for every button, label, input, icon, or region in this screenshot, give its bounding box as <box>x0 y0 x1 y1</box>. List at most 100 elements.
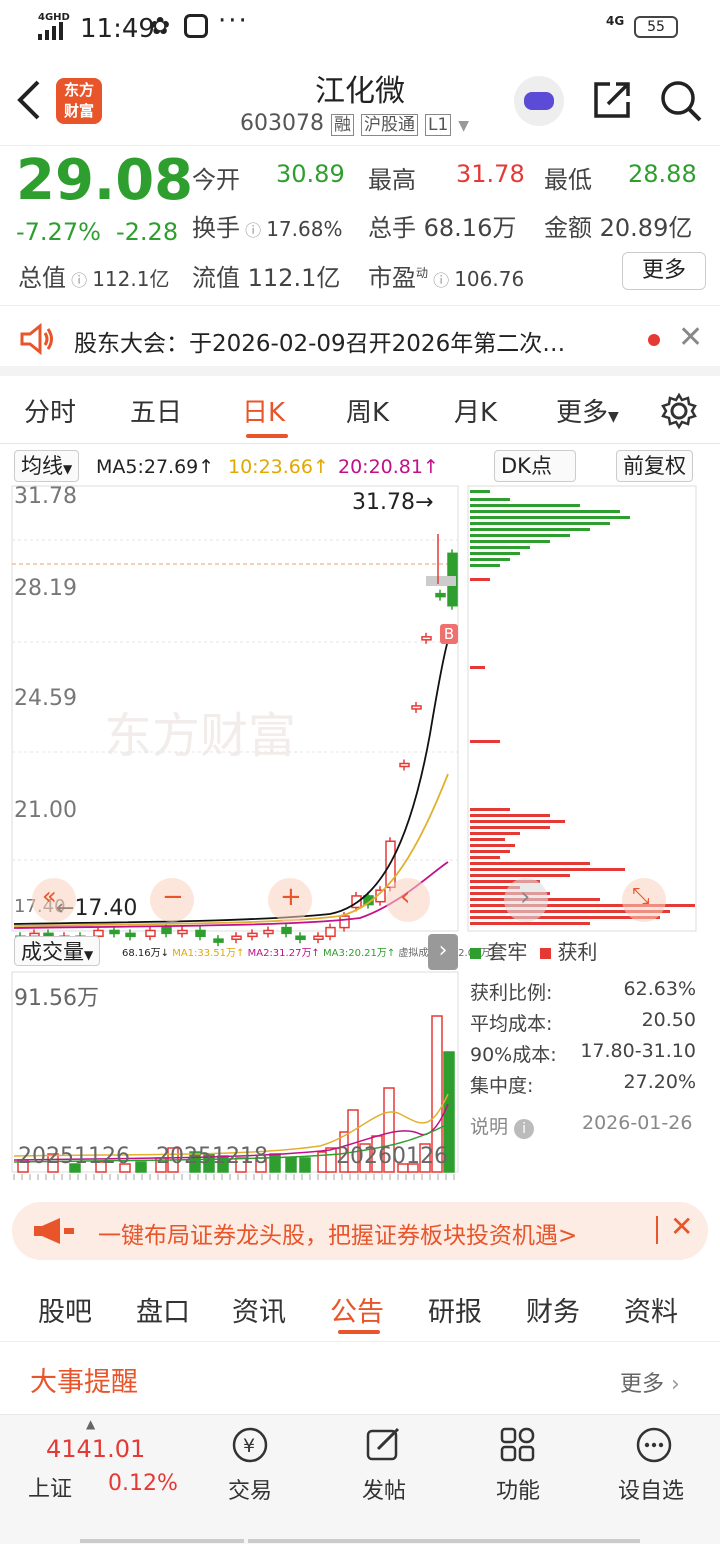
candle <box>313 935 324 940</box>
wechat-icon: ✿ <box>150 12 171 40</box>
info-icon[interactable]: ⓘ <box>428 271 454 290</box>
trap-swatch <box>470 948 481 959</box>
chip-bar-trap <box>470 528 590 531</box>
chip-bar-trap <box>470 552 520 555</box>
chip-arrow-button[interactable]: › <box>504 878 548 922</box>
chip-bar-profit <box>470 740 500 743</box>
nav-trade[interactable]: ¥ 交易 <box>200 1415 300 1515</box>
turnover-row: 换手 ⓘ 17.68% <box>192 208 342 243</box>
tab-finance[interactable]: 财务 <box>526 1290 580 1329</box>
nav-trade-label: 交易 <box>228 1479 273 1504</box>
adjust-button[interactable]: 前复权 <box>616 450 693 482</box>
chip-row-label: 90%成本: <box>470 1044 557 1066</box>
tab-monthly-k[interactable]: 月K <box>454 392 497 429</box>
open-value: 30.89 <box>276 160 345 188</box>
tab-weekly-k[interactable]: 周K <box>346 392 389 429</box>
chip-bar-profit <box>470 922 590 925</box>
index-value[interactable]: 4141.01 <box>46 1435 145 1463</box>
ma-select[interactable]: 均线▼ <box>14 450 80 482</box>
zoom-out-button[interactable]: − <box>150 878 194 922</box>
search-icon[interactable] <box>658 78 704 124</box>
share-icon[interactable] <box>590 78 634 122</box>
kline-svg: 东方财富 <box>11 485 697 1180</box>
megaphone-icon <box>34 1218 74 1244</box>
tab-profile[interactable]: 资料 <box>624 1290 678 1329</box>
more-button[interactable]: 更多 <box>622 252 706 290</box>
chip-bar-profit <box>470 874 570 877</box>
volume-label: 总手 <box>368 214 416 242</box>
chart-area: 均线▼ MA5:27.69↑ 10:23.66↑ 20:20.81↑ DK点 前… <box>0 444 720 1194</box>
info-icon[interactable]: ⓘ <box>240 221 266 240</box>
tab-news[interactable]: 资讯 <box>232 1290 286 1329</box>
amount-label: 金额 <box>544 214 592 242</box>
close-icon[interactable]: ✕ <box>678 320 703 355</box>
expand-button[interactable]: ⤡ <box>622 878 666 922</box>
tab-intraday[interactable]: 分时 <box>24 392 76 429</box>
content-tabs: 股吧 盘口 资讯 公告 研报 财务 资料 <box>0 1272 720 1342</box>
tag-margin: 融 <box>330 114 354 136</box>
zoom-in-button[interactable]: + <box>268 878 312 922</box>
chip-row-value: 62.63% <box>623 978 696 1000</box>
assistant-robot-icon[interactable] <box>514 76 564 126</box>
volume-select[interactable]: 成交量▼ <box>14 936 101 966</box>
more-dots-icon: ··· <box>218 6 249 36</box>
chip-bar-profit <box>470 844 515 847</box>
info-icon[interactable]: ⓘ <box>66 271 92 290</box>
nav-function-label: 功能 <box>496 1479 541 1504</box>
battery-icon: 55 <box>634 16 678 38</box>
bottom-nav: ▲ 4141.01 上证 0.12% ¥ 交易 发帖 功能 设自选 <box>0 1414 720 1544</box>
candle <box>161 926 172 935</box>
amount-row: 金额 20.89亿 <box>544 208 692 243</box>
high-value: 31.78 <box>456 160 525 188</box>
buy-marker[interactable]: B <box>440 624 458 644</box>
candle <box>231 935 242 940</box>
ma10-label: 10:23.66↑ <box>228 456 329 478</box>
tab-announcement[interactable]: 公告 <box>330 1290 384 1329</box>
candle <box>109 929 120 935</box>
volume-row: 总手 68.16万 <box>368 208 516 243</box>
tab-more[interactable]: 更多▼ <box>556 392 619 429</box>
tab-guba[interactable]: 股吧 <box>38 1290 92 1329</box>
chip-bar-profit <box>470 808 510 811</box>
tab-pankou[interactable]: 盘口 <box>136 1290 190 1329</box>
candle <box>145 929 156 937</box>
close-icon[interactable]: ✕ <box>670 1210 693 1243</box>
volume-collapse-button[interactable]: › <box>428 934 458 970</box>
nav-watchlist[interactable]: 设自选 <box>602 1415 712 1515</box>
nav-post[interactable]: 发帖 <box>334 1415 434 1515</box>
candle <box>281 926 292 935</box>
mcap-label: 总值 ⓘ 112.1亿 <box>18 258 169 293</box>
candle <box>325 926 336 937</box>
gear-icon[interactable] <box>660 392 698 430</box>
mcap-value: 112.1亿 <box>92 267 170 291</box>
chip-bar-trap <box>470 510 620 513</box>
clock: 11:49 <box>80 14 155 44</box>
tab-daily-k[interactable]: 日K <box>242 392 285 429</box>
event-more[interactable]: 更多 › <box>620 1366 680 1398</box>
chip-note[interactable]: 说明 i <box>470 1112 535 1139</box>
chip-row-label: 获利比例: <box>470 982 553 1004</box>
low-value: 28.88 <box>628 160 697 188</box>
dk-point-button[interactable]: DK点 <box>494 450 576 482</box>
chip-row-label: 平均成本: <box>470 1013 553 1035</box>
tab-five-day[interactable]: 五日 <box>130 392 182 429</box>
stock-code: 603078 <box>240 111 324 136</box>
svg-text:¥: ¥ <box>243 1435 255 1457</box>
vol-ma1: MA1:33.51万↑ <box>172 948 245 959</box>
nav-function[interactable]: 功能 <box>468 1415 568 1515</box>
chip-bar-profit <box>470 862 590 865</box>
date-label-2: 20251218 <box>156 1144 268 1169</box>
profit-swatch <box>540 948 552 959</box>
volume-value: 68.16万 <box>423 214 517 242</box>
notice-bar[interactable]: 股东大会：于2026-02-09召开2026年第二次… ✕ <box>0 306 720 376</box>
pe-label: 市盈 <box>368 264 416 292</box>
prev-button[interactable]: ‹ <box>386 878 430 922</box>
scroll-indicator <box>248 1539 640 1543</box>
tab-research[interactable]: 研报 <box>428 1290 482 1329</box>
chevron-down-icon[interactable]: ▼ <box>458 118 469 134</box>
ad-banner[interactable]: 一键布局证券龙头股，把握证券板块投资机遇> ✕ <box>12 1202 708 1260</box>
chart-tabs: 分时 五日 日K 周K 月K 更多▼ <box>0 380 720 444</box>
chevron-right-icon: › <box>520 882 531 912</box>
open-label: 今开 <box>192 166 240 194</box>
rewind-button[interactable]: « <box>32 878 76 922</box>
